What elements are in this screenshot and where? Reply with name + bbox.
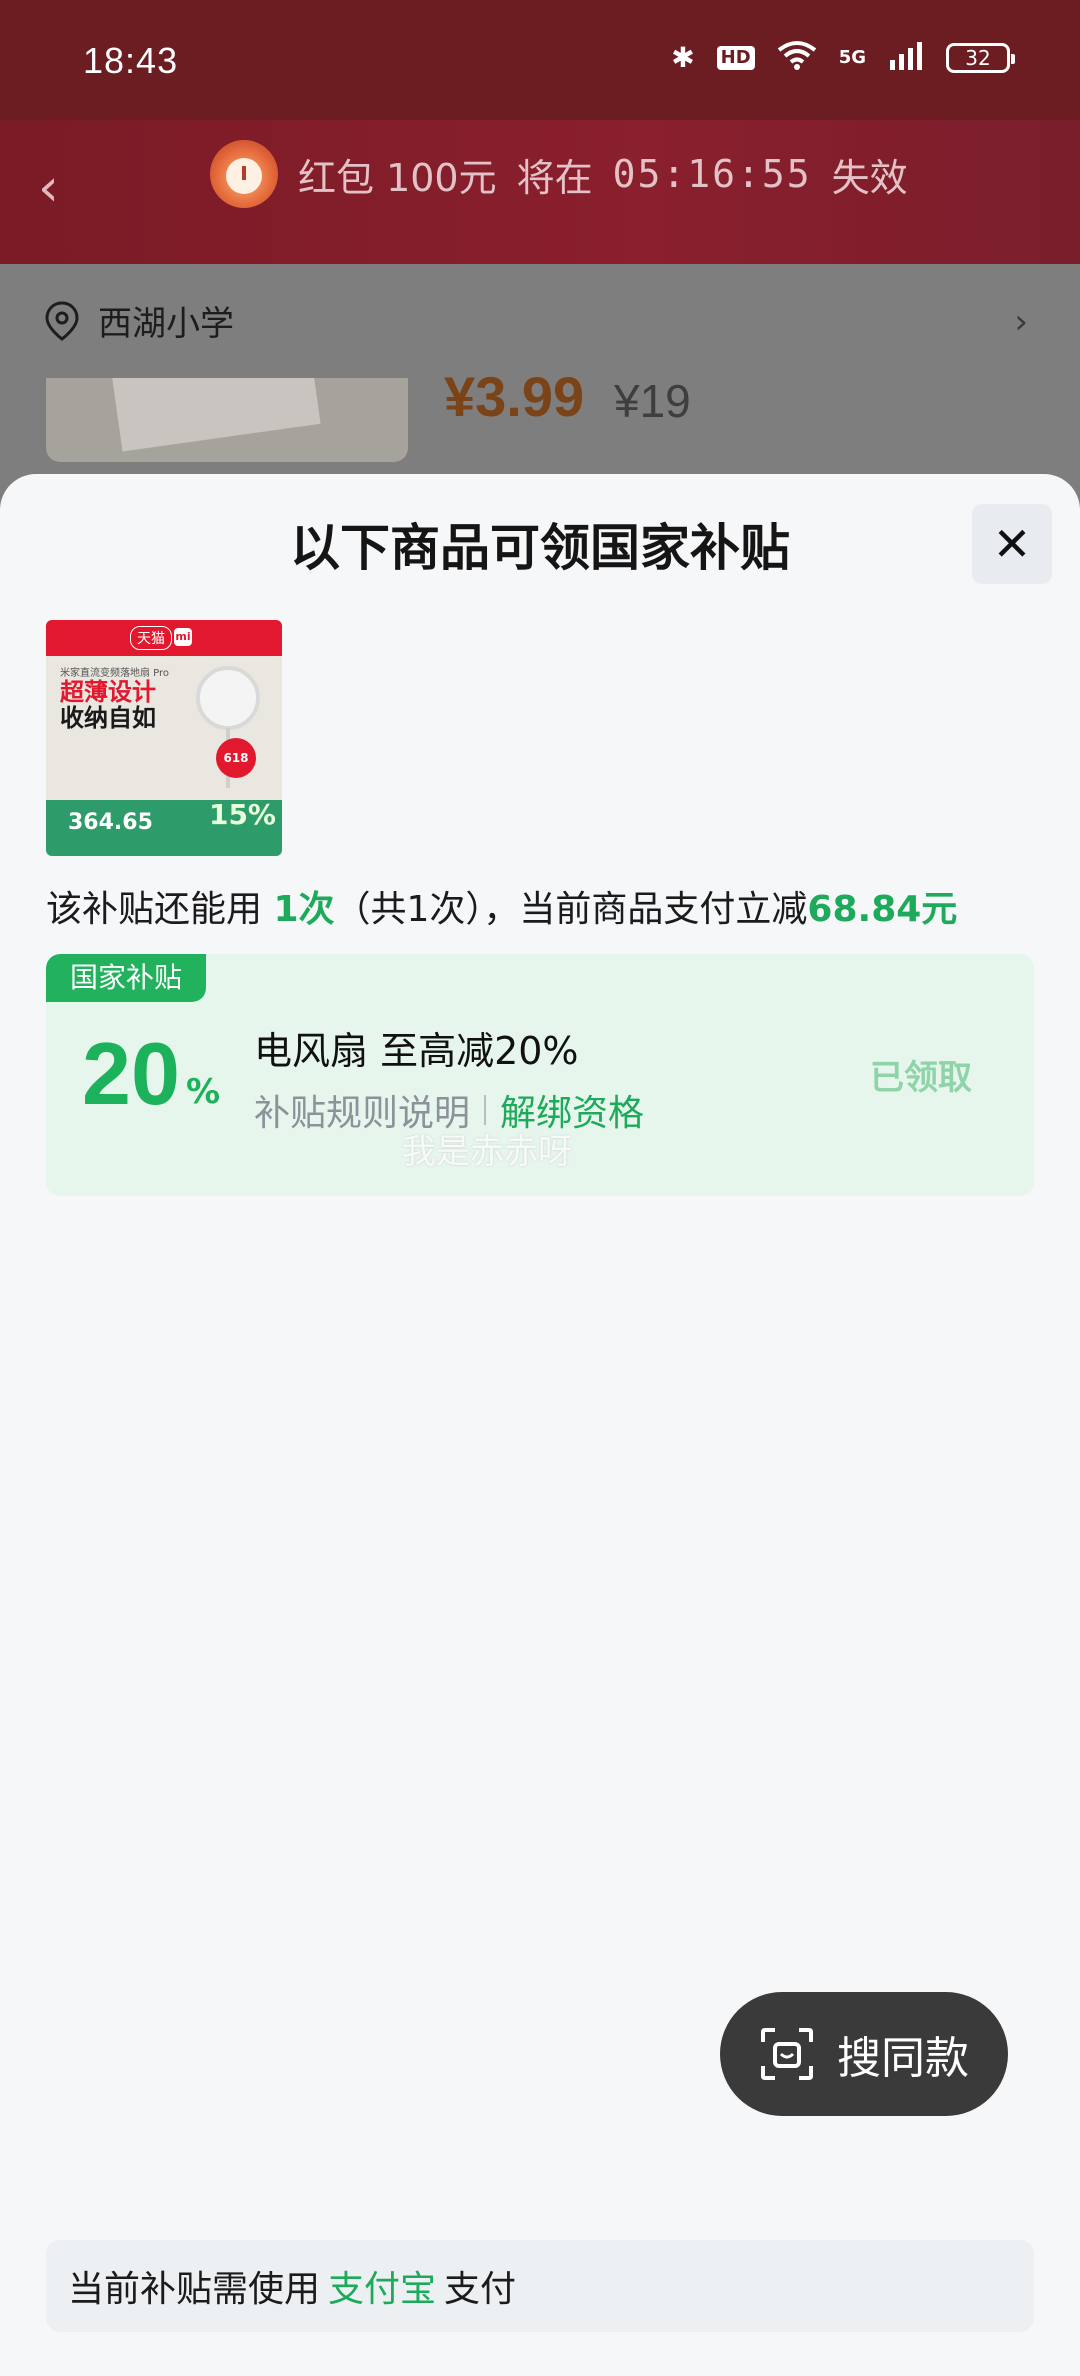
discount-amount: 68.84元 — [807, 889, 958, 930]
pay-suffix: 支付 — [444, 2269, 517, 2310]
location-name: 西湖小学 — [98, 304, 234, 344]
wifi-icon — [777, 40, 817, 75]
back-arrow-icon[interactable]: ‹ — [38, 158, 78, 218]
status-icons: ✱ HD 5G 32 — [671, 40, 1015, 75]
store-logo: 天猫 — [130, 626, 172, 650]
subsidy-percent: 20 — [82, 1024, 180, 1123]
claimed-status: 已领取 — [870, 1058, 972, 1098]
usage-prefix: 该补贴还能用 — [46, 889, 274, 930]
fan-illustration — [196, 666, 260, 730]
search-same-button[interactable]: 搜同款 — [720, 1992, 1008, 2116]
status-bar: 18:43 ✱ HD 5G 32 — [0, 0, 1080, 120]
promo-badge: 618 — [216, 738, 256, 778]
subsidy-title: 电风扇 至高减20% — [254, 1029, 579, 1073]
product-image[interactable]: 天猫 mi 米家直流变频落地扇 Pro 超薄设计 收纳自如 618 364.65… — [46, 620, 282, 856]
product-image-headline-2: 收纳自如 — [60, 704, 156, 732]
bluetooth-icon: ✱ — [671, 40, 695, 74]
product-image-headline: 超薄设计 — [60, 678, 156, 706]
sheet-title: 以下商品可领国家补贴 — [290, 519, 790, 577]
expire-prefix: 将在 — [516, 155, 593, 200]
red-packet-header: ‹ 红包 100元 将在 05:16:55 失效 — [0, 120, 1080, 264]
product-image-price: 364.65 — [68, 810, 153, 835]
chevron-right-icon[interactable]: › — [1014, 302, 1028, 342]
status-time: 18:43 — [83, 40, 179, 81]
hd-icon: HD — [716, 45, 755, 70]
alipay-text: 支付宝 — [328, 2269, 437, 2310]
subsidy-sheet: 以下商品可领国家补贴 ✕ 天猫 mi 米家直流变频落地扇 Pro 超薄设计 收纳… — [0, 474, 1080, 2376]
subsidy-usage-text: 该补贴还能用 1次（共1次），当前商品支付立减68.84元 — [46, 880, 957, 932]
alarm-clock-icon — [210, 140, 278, 208]
brand-logo: mi — [174, 628, 192, 646]
usage-count: 1次 — [273, 889, 335, 930]
close-button[interactable]: ✕ — [972, 504, 1052, 584]
product-image-subtitle: 米家直流变频落地扇 Pro — [60, 668, 170, 679]
subsidy-percent-symbol: % — [186, 1072, 221, 1112]
watermark: 我是赤赤呀 — [402, 1132, 572, 1172]
payment-method-notice: 当前补贴需使用 支付宝 支付 — [46, 2240, 1034, 2332]
red-packet-countdown: 红包 100元 将在 05:16:55 失效 — [210, 140, 908, 208]
location-row[interactable]: 西湖小学 — [44, 296, 234, 345]
expire-suffix: 失效 — [831, 155, 908, 200]
location-pin-icon — [45, 300, 79, 341]
original-price: ¥19 — [614, 375, 691, 427]
pay-prefix: 当前补贴需使用 — [68, 2269, 321, 2310]
countdown-timer: 05:16:55 — [612, 152, 812, 196]
product-thumbnail — [46, 378, 408, 462]
link-divider — [484, 1095, 487, 1125]
scan-camera-icon — [761, 2028, 813, 2080]
battery-icon: 32 — [946, 42, 1015, 73]
product-image-percent: 15% — [208, 798, 276, 831]
network-type: 5G — [838, 46, 866, 68]
red-packet-amount: 红包 100元 — [298, 155, 497, 200]
search-same-label: 搜同款 — [837, 2033, 969, 2084]
product-image-header: 天猫 mi — [46, 620, 282, 656]
usage-mid: （共1次），当前商品支付立减 — [334, 889, 808, 930]
signal-icon — [888, 40, 924, 75]
current-price: ¥3.99 — [444, 365, 585, 428]
national-subsidy-tag: 国家补贴 — [46, 954, 207, 1002]
subsidy-card: 国家补贴 20 % 电风扇 至高减20% 补贴规则说明 解绑资格 已领取 我是赤… — [46, 954, 1034, 1196]
